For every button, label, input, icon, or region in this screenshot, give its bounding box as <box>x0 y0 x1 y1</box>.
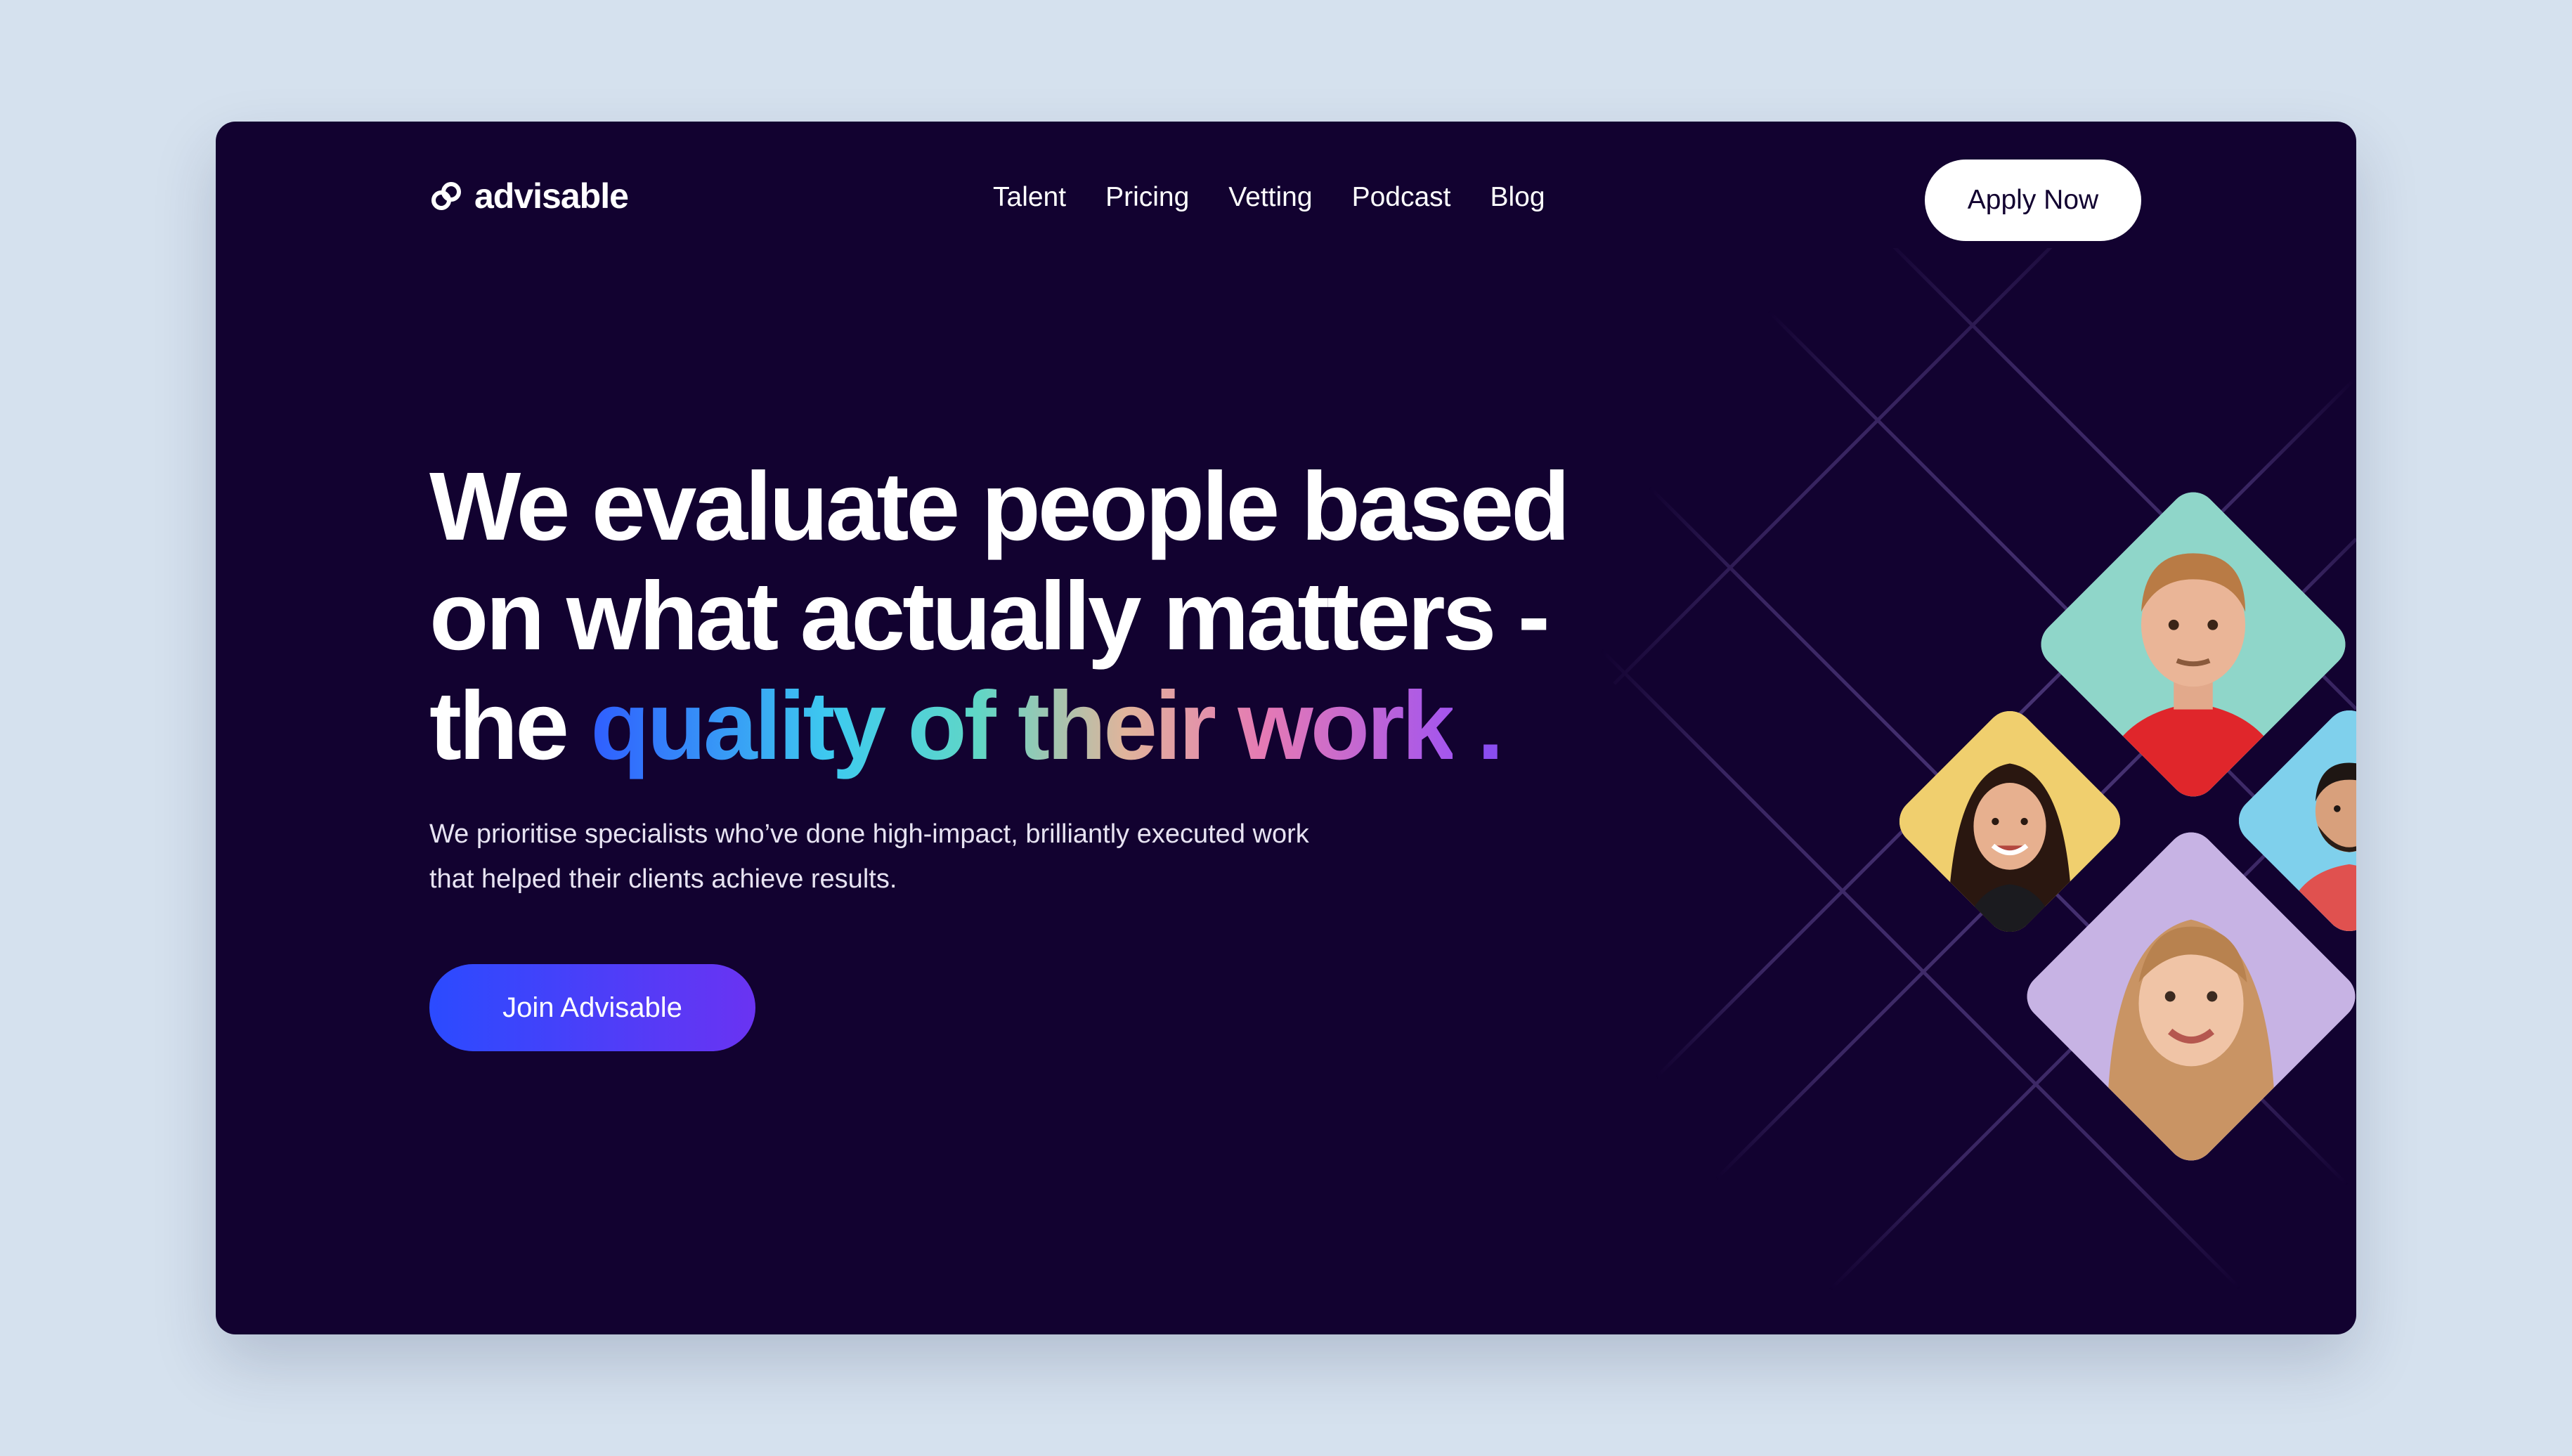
nav-link-talent[interactable]: Talent <box>993 183 1066 211</box>
nav-link-pricing[interactable]: Pricing <box>1105 183 1189 211</box>
hero-subtitle: We prioritise specialists who’ve done hi… <box>429 819 1309 894</box>
headline-plain-text: the <box>429 672 591 780</box>
apply-now-button[interactable]: Apply Now <box>1925 160 2141 241</box>
nav-link-podcast[interactable]: Podcast <box>1352 183 1451 211</box>
join-advisable-button[interactable]: Join Advisable <box>429 964 755 1051</box>
nav-link-vetting[interactable]: Vetting <box>1228 183 1312 211</box>
linked-rings-icon <box>431 182 461 210</box>
brand-logo[interactable]: advisable <box>429 176 629 216</box>
brand-name: advisable <box>474 176 629 216</box>
headline-gradient-text: quality of their work <box>590 672 1455 780</box>
hero-card: advisable Talent Pricing Vetting Podcast… <box>216 122 2356 1334</box>
main-nav: Talent Pricing Vetting Podcast Blog <box>993 183 1545 211</box>
nav-link-blog[interactable]: Blog <box>1490 183 1545 211</box>
headline-period: . <box>1453 672 1504 780</box>
